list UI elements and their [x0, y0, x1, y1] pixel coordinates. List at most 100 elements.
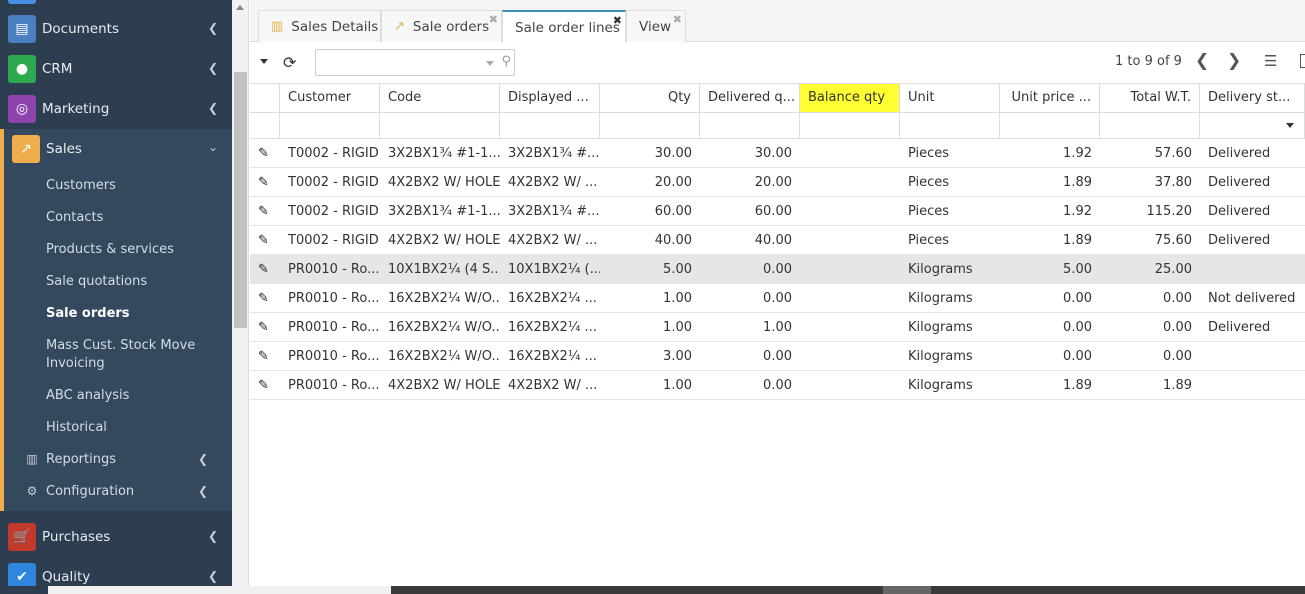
sidebar-item-products-services[interactable]: Products & services [46, 241, 226, 259]
filter-unit-price[interactable] [1000, 113, 1100, 139]
pencil-icon[interactable]: ✎ [258, 204, 269, 219]
cell-displayed: 16X2BX2¼ ... [508, 320, 597, 335]
filter-qty[interactable] [600, 113, 700, 139]
cell-balance-qty [800, 139, 900, 168]
scroll-up-arrow[interactable] [236, 5, 244, 10]
pencil-icon[interactable]: ✎ [258, 349, 269, 364]
sidebar-item-historical[interactable]: Historical [46, 419, 226, 437]
column-header-customer[interactable]: Customer [280, 84, 380, 113]
cell-customer: PR0010 - Ro... [288, 320, 380, 335]
chevron-left-icon: ❮ [207, 21, 218, 35]
table-row[interactable]: ✎ T0002 - RIGID 3X2BX1¾ #1-1... 3X2BX1¾ #..… [250, 139, 1305, 168]
sidebar-item-mass-invoicing[interactable]: Mass Cust. Stock Move Invoicing [46, 337, 226, 373]
column-header-total-wt[interactable]: Total W.T. [1100, 84, 1200, 113]
pencil-icon[interactable]: ✎ [258, 291, 269, 306]
column-header-delivered-qty[interactable]: Delivered q... [700, 84, 800, 113]
cell-qty: 3.00 [663, 349, 692, 364]
sidebar-item-configuration[interactable]: ⚙ Configuration ❮ [24, 482, 224, 500]
filter-unit[interactable] [900, 113, 1000, 139]
sidebar-item-reportings[interactable]: ▥ Reportings ❮ [24, 450, 224, 468]
bar-chart-icon: ▥ [26, 452, 38, 466]
close-icon[interactable]: ✖ [489, 13, 498, 26]
filter-customer[interactable] [280, 113, 380, 139]
pencil-icon[interactable]: ✎ [258, 320, 269, 335]
tab-view[interactable]: View ✖ [626, 10, 686, 42]
cell-delivered-qty: 0.00 [763, 349, 792, 364]
filter-displayed[interactable] [500, 113, 600, 139]
search-dropdown-icon[interactable] [486, 61, 494, 66]
sidebar-item-customers[interactable]: Customers [46, 177, 226, 195]
cell-unit-price: 1.92 [1063, 204, 1092, 219]
table-row[interactable]: ✎ T0002 - RIGID 3X2BX1¾ #1-1... 3X2BX1¾ #..… [250, 197, 1305, 226]
menu-purchases[interactable]: 🛒 Purchases ❮ [0, 517, 232, 557]
pencil-icon[interactable]: ✎ [258, 378, 269, 393]
cell-delivered-qty: 0.00 [763, 291, 792, 306]
target-icon: ◎ [8, 95, 36, 123]
next-page-icon[interactable]: ❯ [1227, 51, 1241, 71]
cell-qty: 60.00 [654, 204, 692, 219]
menu-documents[interactable]: ▤ Documents ❮ [0, 9, 232, 49]
sidebar-scrollbar[interactable] [232, 0, 249, 594]
sidebar-item-contacts[interactable]: Contacts [46, 209, 226, 227]
filter-delivery-status[interactable] [1200, 113, 1305, 139]
column-header-qty[interactable]: Qty [600, 84, 700, 113]
cell-customer: PR0010 - Ro... [288, 291, 380, 306]
sidebar-item-sale-quotations[interactable]: Sale quotations [46, 273, 226, 291]
pencil-icon[interactable]: ✎ [258, 262, 269, 277]
actions-dropdown-icon[interactable] [260, 59, 268, 64]
filter-total-wt[interactable] [1100, 113, 1200, 139]
pencil-icon[interactable]: ✎ [258, 233, 269, 248]
table-row[interactable]: ✎ PR0010 - Ro... 16X2BX2¼ W/O... 16X2BX2¼ .… [250, 284, 1305, 313]
filter-delivered-qty[interactable] [700, 113, 800, 139]
sidebar-item-sale-orders[interactable]: Sale orders [46, 305, 226, 323]
table-row[interactable]: ✎ T0002 - RIGID 4X2BX2 W/ HOLE 4X2BX2 W/ ..… [250, 226, 1305, 255]
cell-unit: Kilograms [908, 349, 973, 364]
pencil-icon[interactable]: ✎ [258, 146, 269, 161]
cell-unit: Kilograms [908, 378, 973, 393]
menu-crm[interactable]: ● CRM ❮ [0, 49, 232, 89]
cell-balance-qty [800, 284, 900, 313]
column-header-displayed[interactable]: Displayed ... [500, 84, 600, 113]
close-icon[interactable]: ✖ [673, 13, 682, 26]
cell-delivery-status [1200, 255, 1305, 284]
edit-view-icon[interactable] [1300, 54, 1305, 68]
cell-unit: Pieces [908, 146, 950, 161]
prev-page-icon[interactable]: ❮ [1195, 51, 1209, 71]
column-header-balance-qty[interactable]: Balance qty [800, 84, 900, 113]
table-row[interactable]: ✎ T0002 - RIGID 4X2BX2 W/ HOLE 4X2BX2 W/ ..… [250, 168, 1305, 197]
table-row[interactable]: ✎ PR0010 - Ro... 16X2BX2¼ W/O... 16X2BX2¼ .… [250, 313, 1305, 342]
chevron-down-icon[interactable] [1286, 123, 1294, 128]
search-input[interactable] [320, 50, 480, 75]
close-icon[interactable]: ✖ [613, 14, 622, 27]
list-view-icon[interactable]: ☰ [1264, 52, 1277, 70]
cell-unit: Pieces [908, 204, 950, 219]
table-row[interactable]: ✎ PR0010 - Ro... 4X2BX2 W/ HOLE 4X2BX2 W/ .… [250, 371, 1305, 400]
column-header-code[interactable]: Code [380, 84, 500, 113]
menu-marketing[interactable]: ◎ Marketing ❮ [0, 89, 232, 129]
cell-qty: 1.00 [663, 378, 692, 393]
table-row[interactable]: ✎ PR0010 - Ro... 16X2BX2¼ W/O... 16X2BX2¼ .… [250, 342, 1305, 371]
cell-code: 4X2BX2 W/ HOLE [388, 233, 500, 248]
tab-label: Sales Details [291, 18, 379, 35]
search-icon[interactable]: ⚲ [501, 54, 511, 69]
tab-sales-details[interactable]: ▥ Sales Details [258, 10, 381, 42]
column-header-delivery-status[interactable]: Delivery st... [1200, 84, 1305, 113]
refresh-icon[interactable]: ⟳ [283, 53, 296, 72]
cell-unit: Pieces [908, 233, 950, 248]
search-field[interactable]: ⚲ [315, 49, 515, 76]
column-header-unit[interactable]: Unit [900, 84, 1000, 113]
menu-sales[interactable]: ↗ Sales ⌄ [4, 129, 232, 169]
tab-sale-order-lines[interactable]: Sale order lines ✖ [502, 10, 626, 43]
column-header-unit-price[interactable]: Unit price ... [1000, 84, 1100, 113]
filter-code[interactable] [380, 113, 500, 139]
cell-unit-price: 1.92 [1063, 146, 1092, 161]
table-row[interactable]: ✎ PR0010 - Ro... 10X1BX2¼ (4 S... 10X1BX2¼ … [250, 255, 1305, 284]
pencil-icon[interactable]: ✎ [258, 175, 269, 190]
cell-total-wt: 0.00 [1163, 349, 1192, 364]
sidebar-item-abc-analysis[interactable]: ABC analysis [46, 387, 226, 405]
scrollbar-thumb[interactable] [234, 72, 247, 328]
filter-balance-qty[interactable] [800, 113, 900, 139]
tab-label: View [639, 18, 672, 35]
cell-total-wt: 0.00 [1163, 291, 1192, 306]
tab-sale-orders[interactable]: ↗ Sale orders ✖ [381, 10, 502, 42]
